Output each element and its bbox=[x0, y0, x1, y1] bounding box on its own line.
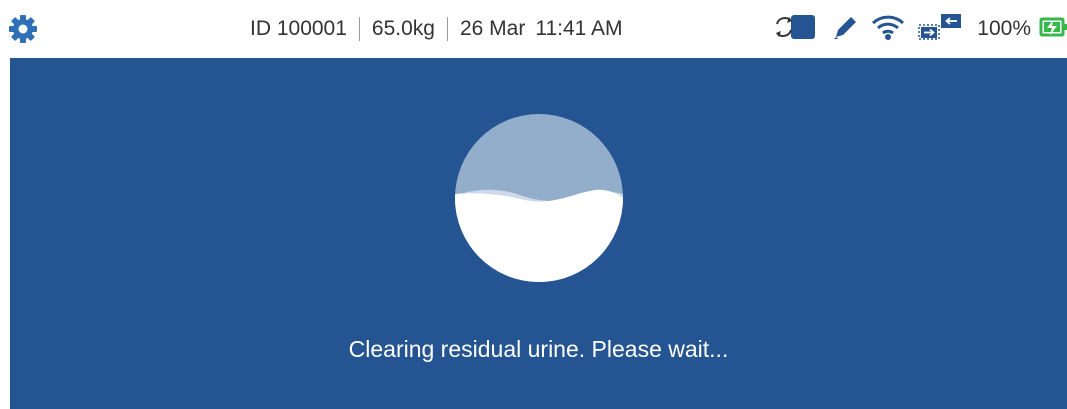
battery-charging-icon bbox=[1039, 17, 1067, 36]
status-message: Clearing residual urine. Please wait... bbox=[348, 336, 729, 362]
data-transfer-indicator bbox=[917, 12, 965, 47]
edit-button[interactable] bbox=[831, 12, 859, 47]
status-icons: 100% bbox=[759, 0, 1067, 58]
sync-device-button[interactable] bbox=[771, 12, 819, 47]
wifi-icon bbox=[872, 15, 905, 40]
status-info: ID 100001 65.0kg 26 Mar 11:41 AM bbox=[250, 0, 670, 58]
pencil-icon bbox=[834, 16, 857, 39]
separator bbox=[446, 17, 448, 41]
settings-button[interactable] bbox=[8, 14, 38, 44]
battery-indicator bbox=[1039, 12, 1067, 47]
device-screen: ID 100001 65.0kg 26 Mar 11:41 AM 100% Cl… bbox=[0, 0, 1067, 409]
gear-icon bbox=[9, 15, 37, 43]
patient-id: ID 100001 bbox=[250, 17, 347, 40]
date: 26 Mar bbox=[459, 17, 526, 40]
residual-urine-tank-icon bbox=[455, 114, 623, 282]
separator bbox=[358, 17, 360, 41]
patient-weight: 65.0kg bbox=[371, 17, 435, 40]
time: 11:41 AM bbox=[535, 17, 623, 40]
status-bar: ID 100001 65.0kg 26 Mar 11:41 AM 100% bbox=[0, 0, 1067, 58]
battery-percent: 100% bbox=[977, 17, 1031, 40]
sync-device-icon bbox=[776, 14, 816, 39]
wifi-indicator bbox=[871, 12, 905, 47]
data-transfer-icon bbox=[918, 13, 962, 40]
main-panel: Clearing residual urine. Please wait... bbox=[10, 58, 1067, 409]
